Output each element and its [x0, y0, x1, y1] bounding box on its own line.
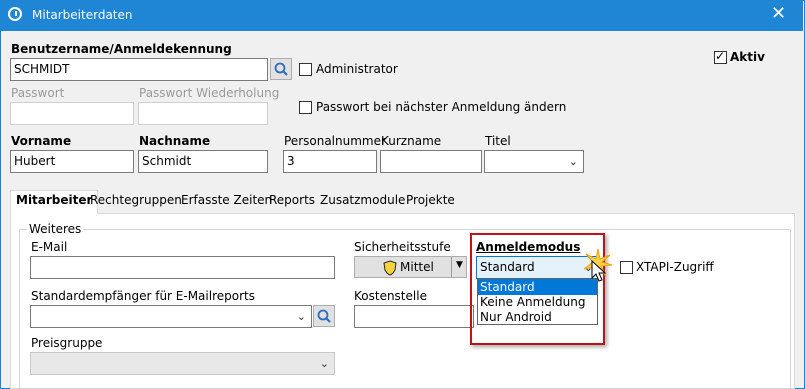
tab-mitarbeiter[interactable]: Mitarbeiter: [10, 190, 99, 214]
clock-icon: [8, 7, 22, 21]
username-input[interactable]: SCHMIDT: [10, 58, 268, 81]
report-recipient-select[interactable]: ⌄: [30, 305, 312, 328]
title-select[interactable]: ⌄: [484, 150, 584, 173]
firstname-label: Vorname: [11, 134, 72, 148]
change-password-label: Passwort bei nächster Anmeldung ändern: [316, 100, 567, 114]
security-level-value: Mittel: [400, 260, 434, 274]
close-button[interactable]: ✕: [771, 4, 786, 24]
title-bar: Mitarbeiterdaten ✕: [0, 0, 803, 31]
change-password-checkbox[interactable]: [299, 101, 312, 114]
admin-checkbox[interactable]: [299, 63, 312, 76]
report-recipient-search-button[interactable]: [313, 305, 335, 327]
email-input[interactable]: [30, 256, 335, 279]
username-label: Benutzername/Anmeldekennung: [11, 42, 232, 56]
personnel-number-input[interactable]: 3: [283, 150, 377, 173]
email-label: E-Mail: [31, 240, 68, 254]
chevron-down-icon: ⌄: [568, 155, 578, 168]
split-divider: [451, 257, 452, 277]
shortname-input[interactable]: [380, 150, 482, 173]
tab-reports[interactable]: Reports: [269, 193, 315, 213]
report-recipient-label: Standardempfänger für E-Mailreports: [31, 289, 255, 303]
price-group-label: Preisgruppe: [31, 336, 103, 350]
cost-center-label: Kostenstelle: [354, 289, 427, 303]
username-search-button[interactable]: [270, 58, 292, 80]
lastname-input[interactable]: Schmidt: [138, 150, 268, 173]
xtapi-label: XTAPI-Zugriff: [636, 260, 714, 274]
active-checkbox[interactable]: [714, 49, 727, 64]
search-icon: [274, 62, 288, 76]
lastname-label: Nachname: [139, 134, 211, 148]
title-label: Titel: [485, 134, 511, 148]
xtapi-checkbox[interactable]: [620, 261, 633, 274]
chevron-down-icon: ▼: [456, 260, 463, 270]
tab-erfasste-zeiten[interactable]: Erfasste Zeiten: [181, 193, 272, 213]
firstname-input[interactable]: Hubert: [10, 150, 134, 173]
admin-label: Administrator: [316, 62, 398, 76]
search-icon: [317, 309, 331, 323]
security-level-label: Sicherheitsstufe: [354, 240, 451, 254]
window-title: Mitarbeiterdaten: [32, 8, 133, 22]
tab-rechtegruppen[interactable]: Rechtegruppen: [90, 193, 182, 213]
cost-center-input[interactable]: [354, 305, 474, 328]
security-level-button[interactable]: Mittel ▼: [354, 256, 467, 278]
password-repeat-label: Passwort Wiederholung: [139, 86, 280, 100]
cursor-icon: [591, 260, 607, 282]
price-group-select[interactable]: ⌄: [30, 352, 335, 375]
password-input[interactable]: [10, 102, 134, 125]
personnel-number-label: Personalnummer: [284, 134, 386, 148]
active-label: Aktiv: [730, 50, 765, 64]
password-label: Passwort: [11, 86, 65, 100]
chevron-down-icon: ⌄: [296, 310, 306, 323]
tab-zusatzmodule[interactable]: Zusatzmodule: [320, 193, 405, 213]
shortname-label: Kurzname: [381, 134, 442, 148]
shield-icon: [383, 260, 397, 276]
tab-projekte[interactable]: Projekte: [406, 193, 455, 213]
password-repeat-input[interactable]: [138, 102, 268, 125]
chevron-down-icon: ⌄: [319, 357, 329, 370]
group-title: Weiteres: [27, 222, 84, 236]
